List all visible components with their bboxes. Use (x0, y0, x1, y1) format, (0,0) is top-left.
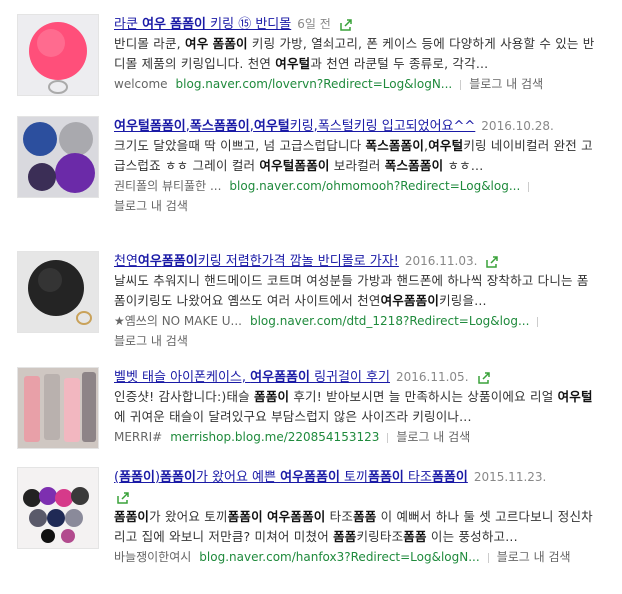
result-date: 6일 전 (297, 17, 331, 31)
result-url[interactable]: blog.naver.com/ohmomooh?Redirect=Log&log… (229, 179, 520, 193)
result-description: 반디몰 라쿤, 여우 폼폼이 키링 가방, 열쇠고리, 폰 케이스 등에 다양하… (114, 36, 595, 51)
result-description: 폼이키링도 나왔어요 옘쓰도 여러 사이트에서 천연여우폼폼이키링을... (114, 293, 487, 308)
result-title-row: 벨벳 태슬 아이폰케이스, 여우폼폼이 링귀걸이 후기 2016.11.05. (114, 367, 617, 387)
result-description: 크기도 달았을때 딱 이쁘고, 넘 고급스럽답니다 폭스폼폼이,여우털키링 네이… (114, 138, 593, 153)
result-meta: welcome blog.naver.com/lovervn?Redirect=L… (114, 74, 617, 94)
share-icon[interactable] (477, 371, 491, 385)
result-author[interactable]: 권티폴의 뷰티풀한 ... (114, 179, 221, 193)
result-url[interactable]: merrishop.blog.me/220854153123 (170, 430, 379, 444)
blog-search-link[interactable]: 블로그 내 검색 (114, 199, 188, 213)
result-url[interactable]: blog.naver.com/hanfox3?Redirect=Log&logN… (199, 550, 479, 564)
share-icon[interactable] (485, 255, 499, 269)
result-title-row: (폼폼이)폼폼이가 왔어요 예쁜 여우폼폼이 토끼폼폼이 타조폼폼이 2015.1… (114, 467, 617, 487)
divider (537, 316, 539, 327)
result-description: 에 귀여운 태슬이 달려있구요 부담스럽지 않은 사이즈라 키링이나... (114, 409, 472, 424)
result-date: 2016.10.28. (481, 119, 554, 133)
result-author[interactable]: MERRI# (114, 430, 162, 444)
result-title-link[interactable]: (폼폼이)폼폼이가 왔어요 예쁜 여우폼폼이 토끼폼폼이 타조폼폼이 (114, 470, 468, 485)
result-description: 폼폼이가 왔어요 토끼폼폼이 여우폼폼이 타조폼폼 이 예뻐서 하나 둘 셋 고… (114, 509, 593, 524)
result-thumbnail[interactable] (17, 116, 99, 198)
result-meta: MERRI# merrishop.blog.me/220854153123 블로그 … (114, 427, 617, 447)
result-description: 리고 집에 와보니 저만큼? 미쳐어 미쳤어 폼폼키링타조폼폼 이는 풍성하고.… (114, 529, 518, 544)
result-title-row: 여우털폼폼이,폭스폼폼이,여우털키링,폭스털키링 입고되었어요^^ 2016.10… (114, 116, 617, 136)
result-title-row: 라쿤 여우 폼폼이 키링 ⑮ 반디몰 6일 전 (114, 14, 617, 34)
result-date: 2016.11.05. (395, 370, 469, 384)
share-icon[interactable] (116, 491, 130, 505)
result-description: 인증샷! 감사합니다:)태슬 폼폼이 후기! 받아보시면 늘 만족하시는 상품이… (114, 389, 593, 404)
result-description: 급스럽죠 ㅎㅎ 그레이 컬러 여우털폼폼이 보라컬러 폭스폼폼이 ㅎㅎ... (114, 158, 484, 173)
blog-search-link[interactable]: 블로그 내 검색 (469, 77, 543, 91)
result-meta: 블로그 내 검색 (114, 331, 617, 351)
result-thumbnail[interactable] (17, 467, 99, 549)
result-meta: 바늘쟁이한여시 blog.naver.com/hanfox3?Redirect=L… (114, 547, 617, 567)
result-thumbnail[interactable] (17, 14, 99, 96)
result-author[interactable]: 바늘쟁이한여시 (114, 550, 191, 564)
result-thumbnail[interactable] (17, 251, 99, 333)
result-date: 2016.11.03. (404, 254, 478, 268)
result-title-link[interactable]: 라쿤 여우 폼폼이 키링 ⑮ 반디몰 (114, 17, 291, 32)
blog-search-link[interactable]: 블로그 내 검색 (396, 430, 470, 444)
share-row (114, 487, 617, 507)
result-description: 날씨도 추워지니 핸드메이드 코트며 여성분들 가방과 핸드폰에 하나씩 장착하… (114, 273, 589, 288)
result-url[interactable]: blog.naver.com/dtd_1218?Redirect=Log&log… (250, 314, 529, 328)
result-thumbnail[interactable] (17, 367, 99, 449)
divider (487, 552, 489, 563)
blog-search-link[interactable]: 블로그 내 검색 (114, 334, 188, 348)
result-title-link[interactable]: 여우털폼폼이,폭스폼폼이,여우털키링,폭스털키링 입고되었어요^^ (114, 119, 475, 134)
blog-search-link[interactable]: 블로그 내 검색 (497, 550, 571, 564)
result-meta: ★옘쓰의 NO MAKE U... blog.naver.com/dtd_1218… (114, 311, 617, 331)
divider (460, 79, 462, 90)
result-description: 디몰 제품의 키링입니다. 천연 여우털과 천연 라쿤털 두 종류로, 각각..… (114, 56, 489, 71)
result-author[interactable]: ★옘쓰의 NO MAKE U... (114, 314, 242, 328)
result-title-link[interactable]: 벨벳 태슬 아이폰케이스, 여우폼폼이 링귀걸이 후기 (114, 370, 390, 385)
share-icon[interactable] (339, 18, 353, 32)
result-meta: 블로그 내 검색 (114, 196, 617, 216)
divider (387, 432, 389, 443)
result-title-link[interactable]: 천연여우폼폼이키링 저렴한가격 깜놀 반디몰로 가자! (114, 254, 399, 269)
result-date: 2015.11.23. (473, 470, 547, 484)
result-url[interactable]: blog.naver.com/lovervn?Redirect=Log&logN… (176, 77, 453, 91)
result-author[interactable]: welcome (114, 77, 168, 91)
result-meta: 권티폴의 뷰티풀한 ... blog.naver.com/ohmomooh?Red… (114, 176, 617, 196)
result-title-row: 천연여우폼폼이키링 저렴한가격 깜놀 반디몰로 가자! 2016.11.03. (114, 251, 617, 271)
divider (528, 181, 530, 192)
